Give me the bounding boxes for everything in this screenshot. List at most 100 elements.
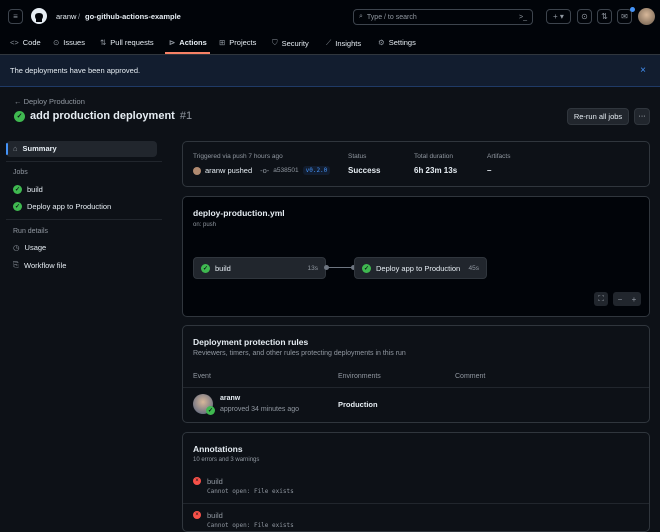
tab-label: Security (281, 38, 309, 48)
job-name: build (215, 263, 231, 273)
search-input[interactable]: ⌕ Type / to search >_ (353, 9, 533, 25)
divider (183, 387, 649, 388)
error-icon: × (193, 511, 201, 519)
divider (183, 503, 649, 504)
tab-label: Issues (63, 38, 85, 47)
tab-settings[interactable]: ⚙ Settings (378, 38, 416, 47)
protection-subtitle: Reviewers, timers, and other rules prote… (193, 350, 406, 357)
connector-dot (324, 265, 329, 270)
usage-label: Usage (24, 243, 47, 252)
success-icon: ✓ (14, 110, 25, 122)
annotation-job[interactable]: build (207, 511, 223, 520)
annotation-message: Cannot open: File exists (207, 522, 294, 529)
environment-name: Production (338, 400, 378, 409)
column-event: Event (193, 373, 211, 380)
search-placeholder: Type / to search (366, 13, 417, 21)
tab-pull-requests[interactable]: ⇅ Pull requests (100, 38, 154, 47)
annotations-card: Annotations 10 errors and 3 warnings × b… (182, 432, 650, 532)
play-icon: ⊳ (169, 38, 176, 47)
gear-icon: ⚙ (378, 38, 385, 47)
trigger-label: Triggered via push 7 hours ago (193, 153, 283, 160)
sidebar-summary-label: Summary (22, 144, 57, 153)
tag-badge[interactable]: v0.2.0 (302, 166, 331, 175)
page-title: ✓ add production deployment #1 (14, 110, 192, 122)
command-palette-icon[interactable]: >_ (519, 14, 527, 21)
sidebar-item-workflow-file[interactable]: ⎘ Workflow file (13, 260, 66, 270)
tab-label: Projects (229, 38, 257, 47)
artifacts-label: Artifacts (487, 153, 511, 160)
shield-icon: ⛉ (272, 38, 278, 47)
more-options-button[interactable]: ··· (634, 108, 650, 125)
github-logo-icon[interactable] (31, 8, 47, 24)
run-summary-card: Triggered via push 7 hours ago aranw pus… (182, 141, 650, 187)
workflow-file-name: deploy-production.yml (193, 208, 285, 218)
close-icon[interactable]: × (640, 65, 646, 76)
fullscreen-icon[interactable]: ⛶ (594, 292, 608, 306)
status-value: Success (348, 166, 381, 175)
active-tab-underline (165, 52, 210, 54)
flash-banner: The deployments have been approved. × (0, 55, 660, 87)
approved-icon: ✓ (206, 406, 215, 415)
duration-label: Total duration (414, 153, 454, 160)
graph-job-build[interactable]: ✓ build 13s (193, 257, 326, 279)
search-icon: ⌕ (359, 13, 363, 20)
approval-event: approved 34 minutes ago (220, 406, 299, 413)
tab-security[interactable]: ⛉ Security (272, 38, 309, 48)
divider (6, 161, 162, 162)
menu-icon[interactable]: ≡ (8, 9, 23, 24)
tab-insights[interactable]: ⟋ Insights (326, 38, 361, 48)
active-indicator (6, 143, 8, 155)
protection-title: Deployment protection rules (193, 337, 309, 347)
sidebar-job-deploy[interactable]: ✓ Deploy app to Production (13, 202, 111, 211)
repo-owner-link[interactable]: aranw (56, 12, 76, 21)
issue-icon: ⊙ (53, 38, 60, 47)
annotation-message: Cannot open: File exists (207, 488, 294, 495)
actor-avatar (193, 166, 201, 175)
annotation-job[interactable]: build (207, 477, 223, 486)
artifacts-value: – (487, 166, 492, 175)
rerun-all-jobs-button[interactable]: Re-run all jobs (567, 108, 629, 125)
user-avatar[interactable] (638, 8, 655, 25)
job-duration: 45s (468, 264, 479, 272)
code-icon: <> (10, 38, 19, 47)
tab-actions[interactable]: ⊳ Actions (169, 38, 207, 47)
sidebar-item-usage[interactable]: ◷ Usage (13, 243, 46, 252)
zoom-out-button[interactable]: − (613, 292, 627, 306)
commit-icon: -o- (260, 166, 270, 175)
divider (6, 219, 162, 220)
workflow-back-link[interactable]: ← Deploy Production (14, 97, 85, 106)
tab-label: Code (22, 38, 41, 47)
pull-requests-icon[interactable]: ⇅ (597, 9, 612, 24)
zoom-in-button[interactable]: + (627, 292, 641, 306)
approver-name[interactable]: aranw (220, 395, 240, 402)
job-label: Deploy app to Production (27, 202, 112, 211)
error-icon: × (193, 477, 201, 485)
workflow-trigger: on: push (193, 222, 217, 228)
status-label: Status (348, 153, 367, 160)
tab-label: Pull requests (110, 38, 154, 47)
repo-name-link[interactable]: go-github-actions-example (85, 12, 181, 21)
stopwatch-icon: ◷ (13, 243, 20, 252)
graph-job-deploy[interactable]: ✓ Deploy app to Production 45s (354, 257, 487, 279)
issues-icon[interactable]: ⊙ (577, 9, 592, 24)
actor-text[interactable]: aranw pushed (205, 166, 252, 175)
jobs-heading: Jobs (13, 169, 28, 176)
graph-icon: ⟋ (326, 38, 332, 47)
tab-label: Insights (335, 38, 362, 48)
breadcrumb-separator: / (78, 12, 81, 21)
success-icon: ✓ (13, 185, 22, 194)
duration-value: 6h 23m 13s (414, 166, 458, 175)
tab-issues[interactable]: ⊙ Issues (53, 38, 85, 47)
job-connector (327, 267, 354, 268)
column-comment: Comment (455, 373, 486, 380)
create-new-button[interactable]: + ▾ (546, 9, 571, 24)
flash-message: The deployments have been approved. (10, 66, 141, 75)
tab-code[interactable]: <> Code (10, 38, 41, 47)
commit-link[interactable]: a538501 (273, 167, 298, 174)
tab-projects[interactable]: ⊞ Projects (219, 38, 256, 47)
deployment-protection-card: Deployment protection rules Reviewers, t… (182, 325, 650, 423)
sidebar-job-build[interactable]: ✓ build (13, 185, 43, 194)
run-details-heading: Run details (13, 228, 49, 235)
success-icon: ✓ (13, 202, 22, 211)
workflow-name: Deploy Production (23, 97, 85, 106)
